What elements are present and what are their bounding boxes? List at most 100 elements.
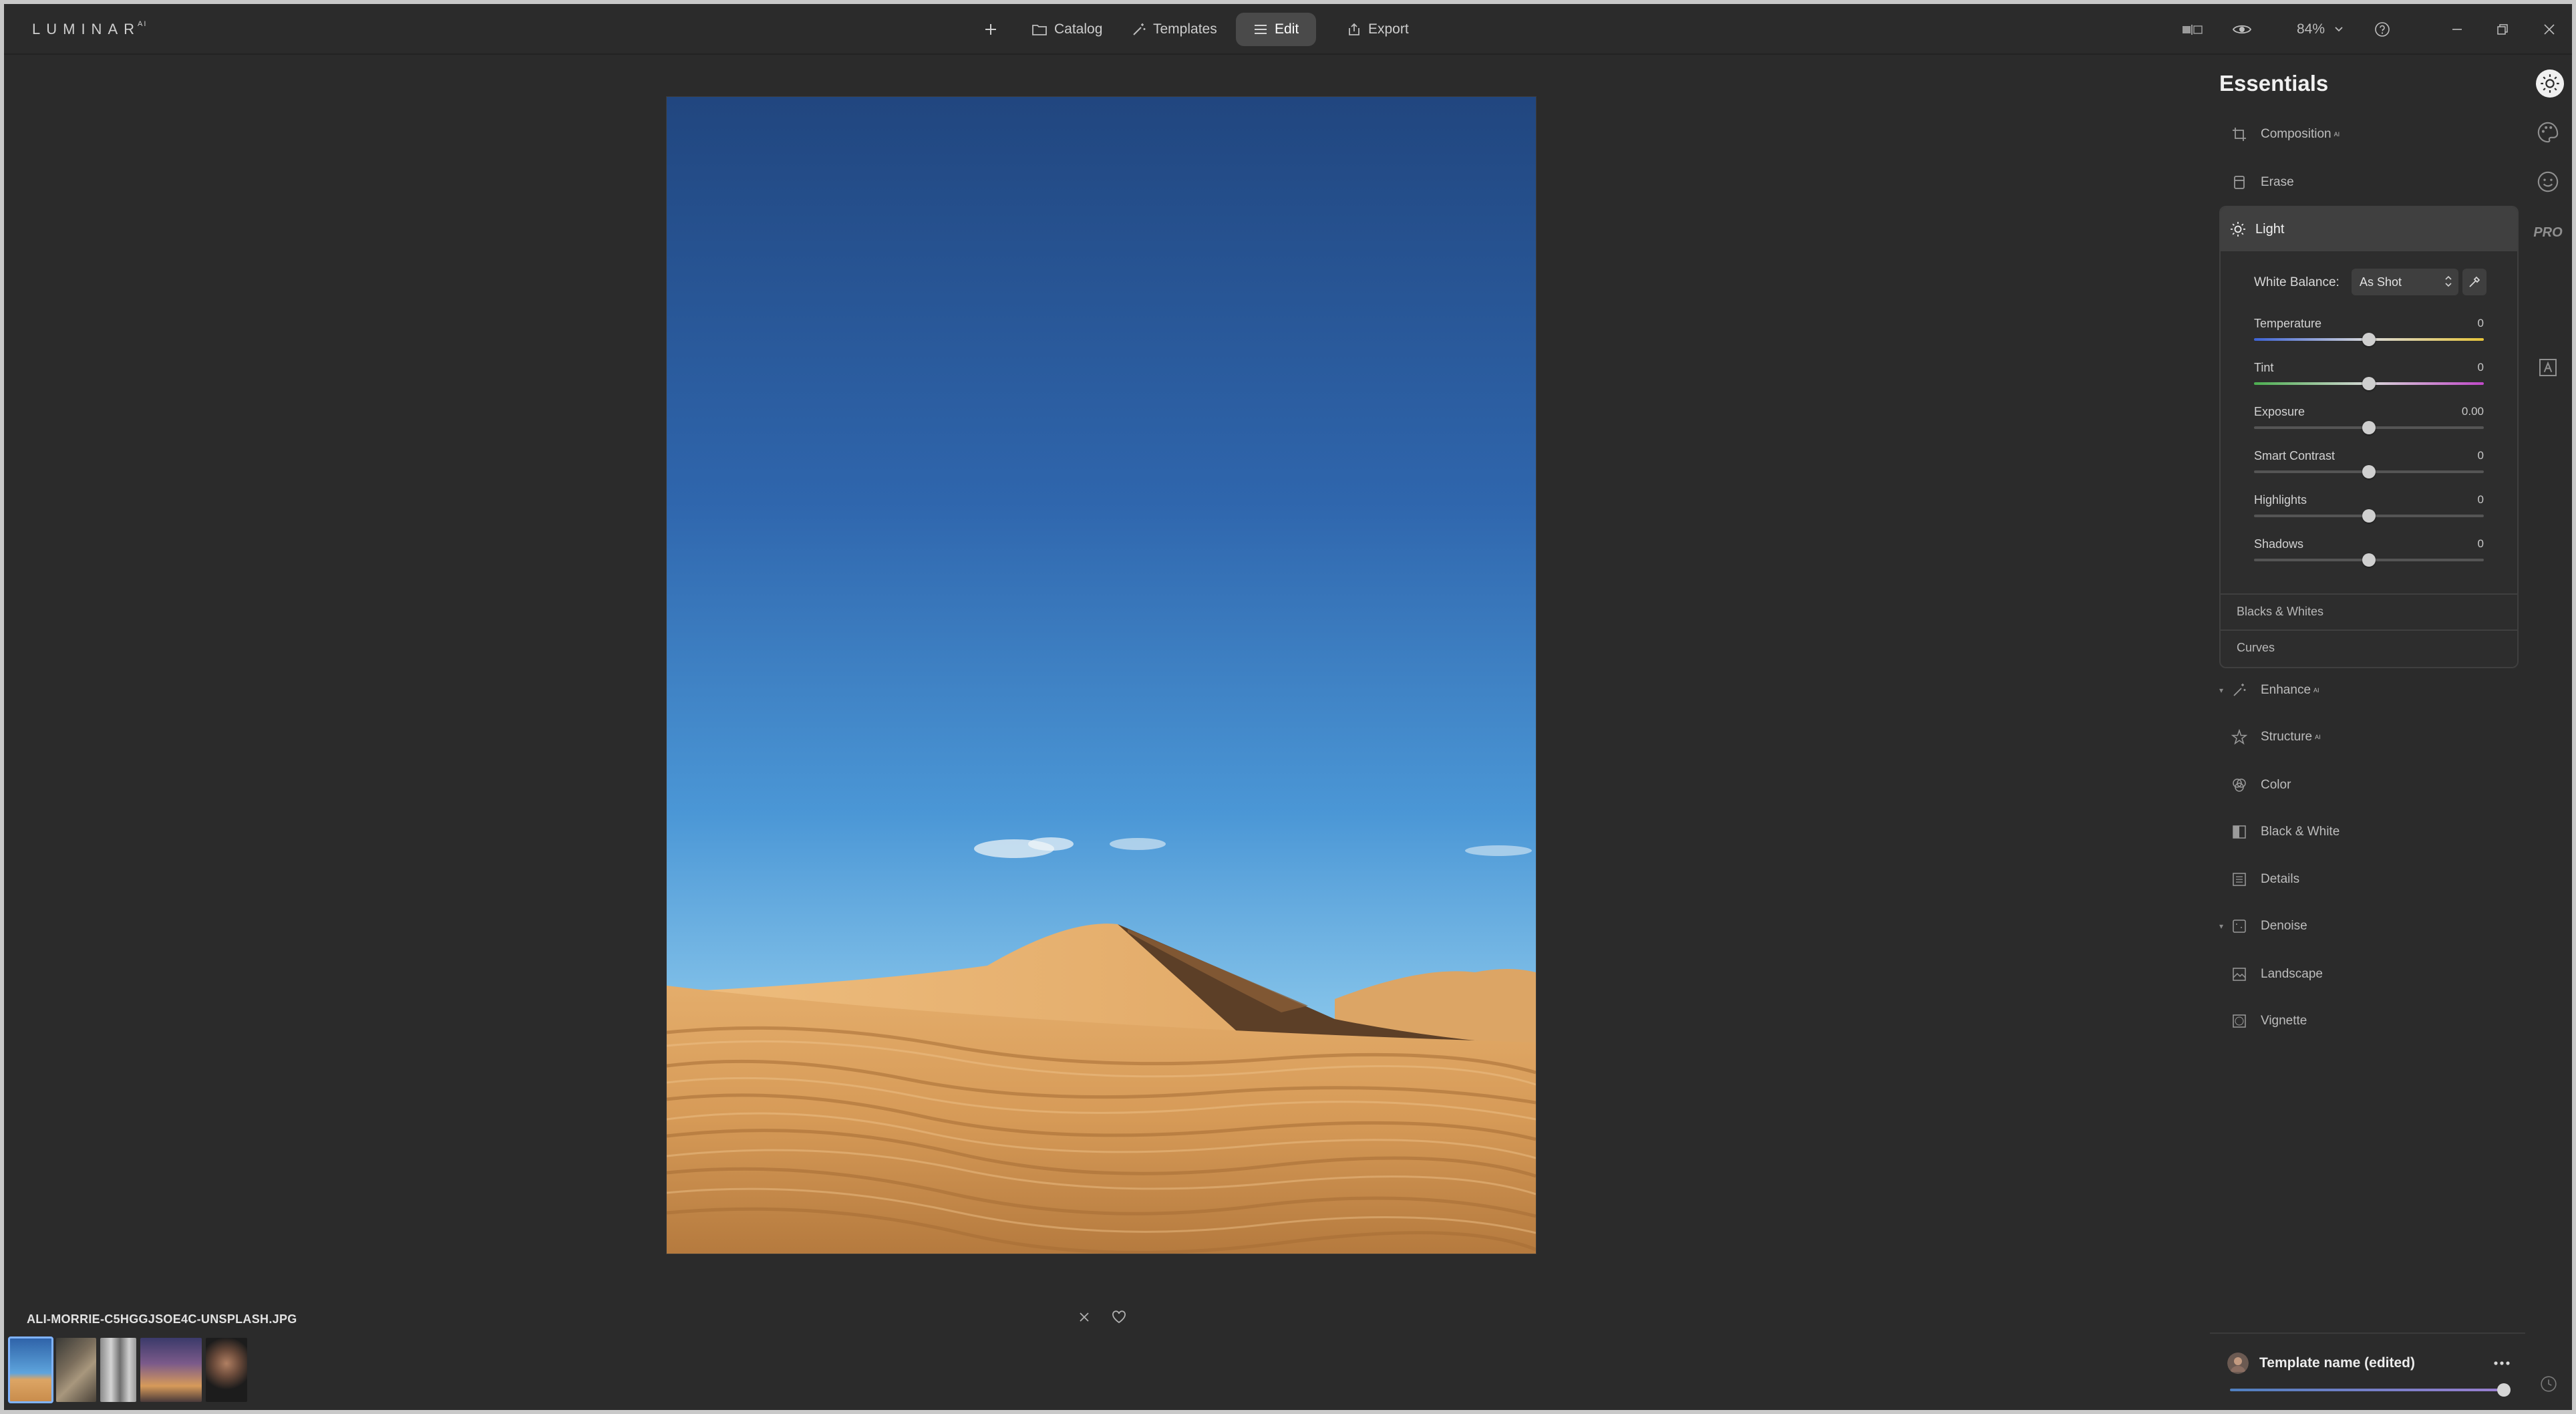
file-name: ALI-MORRIE-C5HGGJSOE4C-UNSPLASH.JPG [27,1312,297,1326]
history-button[interactable] [2539,1374,2559,1394]
app-logo: LUMINARAI [32,20,148,37]
updown-icon [2444,273,2453,293]
more-options-button[interactable] [2493,1350,2511,1371]
essentials-sun-icon[interactable] [2536,69,2564,98]
blacks-whites-label: Blacks & Whites [2237,604,2324,618]
eye-icon [2232,22,2252,37]
slider-label: Shadows [2254,537,2304,551]
slider-smart-contrast[interactable]: Smart Contrast 0 [2254,449,2484,493]
slider-exposure[interactable]: Exposure 0.00 [2254,405,2484,449]
eraser-icon [2230,173,2249,192]
slider-knob[interactable] [2362,509,2376,523]
tool-erase-label: Erase [2261,175,2294,189]
tool-composition[interactable]: Composition AI [2222,118,2516,151]
close-icon [2543,23,2555,35]
tool-landscape[interactable]: Landscape [2222,958,2516,991]
white-balance-label: White Balance: [2254,275,2340,289]
add-photos-button[interactable] [983,16,998,43]
tab-edit[interactable]: Edit [1236,13,1317,46]
magic-wand-icon [1132,22,1146,37]
thumbnail-couple[interactable] [56,1338,96,1402]
template-amount-knob[interactable] [2497,1383,2511,1397]
preview-button[interactable] [2229,16,2255,43]
slider-value: 0 [2477,361,2484,374]
local-masking-icon[interactable] [2535,354,2561,381]
plus-icon [983,22,998,37]
slider-label: Temperature [2254,317,2322,330]
compare-view-button[interactable] [2179,16,2206,43]
slider-label: Exposure [2254,405,2305,418]
tab-export-label: Export [1368,21,1409,37]
tab-catalog[interactable]: Catalog [1031,16,1102,43]
minimize-button[interactable] [2444,16,2470,43]
white-balance-value: As Shot [2360,275,2402,289]
tool-label: Black & White [2261,825,2340,839]
eyedropper-button[interactable] [2462,269,2486,295]
tool-erase[interactable]: Erase [2222,166,2516,199]
thumbnail-building[interactable] [100,1338,136,1402]
curves-section[interactable]: Curves [2221,629,2517,664]
ai-badge: AI [2315,734,2321,740]
creative-palette-icon[interactable] [2535,119,2561,146]
tool-vignette[interactable]: Vignette [2222,1004,2516,1038]
pro-icon[interactable]: PRO [2533,219,2562,246]
slider-knob[interactable] [2362,377,2376,390]
chevron-down-icon [2334,26,2344,33]
slider-label: Highlights [2254,493,2307,507]
light-header[interactable]: Light [2221,207,2517,251]
slider-knob[interactable] [2362,465,2376,478]
thumbnail-portrait[interactable] [206,1338,247,1402]
slider-value: 0 [2477,537,2484,550]
zoom-dropdown[interactable] [2329,16,2349,43]
slider-knob[interactable] [2362,333,2376,346]
tab-export[interactable]: Export [1347,16,1409,43]
tool-color[interactable]: Color [2222,768,2516,802]
slider-temperature[interactable]: Temperature 0 [2254,317,2484,361]
tool-black-white[interactable]: Black & White [2222,815,2516,849]
slider-tint[interactable]: Tint 0 [2254,361,2484,405]
template-amount-track[interactable] [2230,1389,2504,1391]
tool-label: Details [2261,872,2300,886]
eyedropper-icon [2468,275,2481,289]
tool-label: Landscape [2261,967,2323,981]
caret-icon: ▾ [2219,686,2224,695]
folder-icon [1031,23,1048,36]
panel-title: Essentials [2219,71,2329,96]
clock-icon [2540,1375,2557,1393]
tool-details[interactable]: Details [2222,863,2516,896]
color-icon [2230,776,2249,795]
slider-knob[interactable] [2362,421,2376,434]
help-button[interactable] [2369,16,2396,43]
app-window: LUMINARAI Catalog Templates Edit Export … [4,4,2572,1410]
zoom-select[interactable]: 84% [2287,16,2334,43]
slider-shadows[interactable]: Shadows 0 [2254,537,2484,581]
tab-templates[interactable]: Templates [1132,16,1217,43]
light-title: Light [2255,221,2285,237]
portrait-face-icon[interactable] [2535,168,2561,195]
slider-highlights[interactable]: Highlights 0 [2254,493,2484,537]
close-window-button[interactable] [2536,16,2563,43]
favorite-button[interactable] [1109,1307,1129,1327]
thumbnail-sunset-city[interactable] [140,1338,202,1402]
reject-button[interactable] [1074,1307,1094,1327]
blacks-whites-section[interactable]: Blacks & Whites [2221,593,2517,628]
white-balance-select[interactable]: As Shot [2352,269,2458,295]
sun-icon [2230,221,2246,237]
restore-button[interactable] [2489,16,2516,43]
filmstrip [8,1336,247,1403]
close-icon [1078,1310,1091,1324]
tab-templates-label: Templates [1153,21,1217,37]
vignette-icon [2230,1012,2249,1030]
slider-label: Smart Contrast [2254,449,2336,462]
tool-denoise[interactable]: ▾ Denoise [2219,909,2516,943]
details-icon [2230,870,2249,889]
thumbnail-desert[interactable] [8,1336,53,1403]
more-icon [2494,1361,2510,1365]
slider-value: 0 [2477,493,2484,506]
photo-canvas[interactable] [667,97,1536,1254]
desert-dune-photo [667,97,1536,1254]
structure-icon [2230,728,2249,746]
tool-enhance[interactable]: ▾ Enhance AI [2219,674,2516,707]
slider-knob[interactable] [2362,553,2376,567]
tool-structure[interactable]: Structure AI [2222,720,2516,754]
